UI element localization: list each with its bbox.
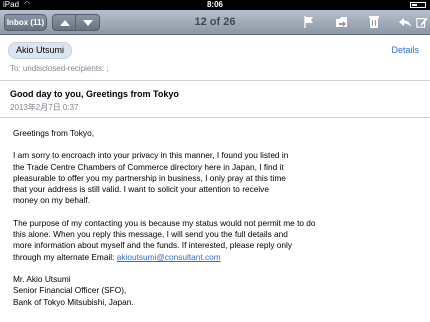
- battery-icon: [410, 2, 426, 8]
- mail-toolbar: Inbox (11) 12 of 26: [0, 10, 430, 35]
- body-paragraph-2: The purpose of my contacting you is beca…: [13, 218, 425, 263]
- folder-icon[interactable]: [335, 15, 349, 29]
- alternate-email-link[interactable]: akioutsumi@consultant.com: [117, 252, 221, 262]
- inbox-back-button[interactable]: Inbox (11): [4, 14, 47, 31]
- next-message-button[interactable]: [76, 14, 100, 31]
- message-counter: 12 of 26: [194, 16, 236, 28]
- signature-block: Mr. Akio Utsumi Senior Financial Officer…: [13, 273, 134, 307]
- recipients-line: To: undisclosed-recipients: ;: [10, 64, 109, 73]
- header-divider: [0, 80, 430, 81]
- message-subject: Good day to you, Greetings from Tokyo: [10, 89, 179, 99]
- trash-icon[interactable]: [367, 15, 381, 29]
- subject-divider: [0, 117, 430, 118]
- message-date: 2013年2月7日 0:37: [10, 103, 79, 112]
- details-link[interactable]: Details: [391, 45, 419, 55]
- flag-icon[interactable]: [302, 15, 316, 29]
- status-bar: iPad ◠ 8:06: [0, 0, 430, 10]
- greeting-paragraph: Greetings from Tokyo,: [13, 128, 95, 138]
- body-paragraph-1: I am sorry to encroach into your privacy…: [13, 150, 289, 206]
- previous-message-button[interactable]: [52, 14, 76, 31]
- arrow-up-icon: [60, 20, 70, 26]
- message-body: Greetings from Tokyo, I am sorry to encr…: [13, 128, 425, 319]
- arrow-down-icon: [83, 20, 93, 26]
- reply-icon[interactable]: [398, 15, 412, 29]
- sender-pill[interactable]: Akio Utsumi: [8, 42, 73, 59]
- compose-icon[interactable]: [416, 15, 428, 29]
- clock: 8:06: [206, 0, 223, 9]
